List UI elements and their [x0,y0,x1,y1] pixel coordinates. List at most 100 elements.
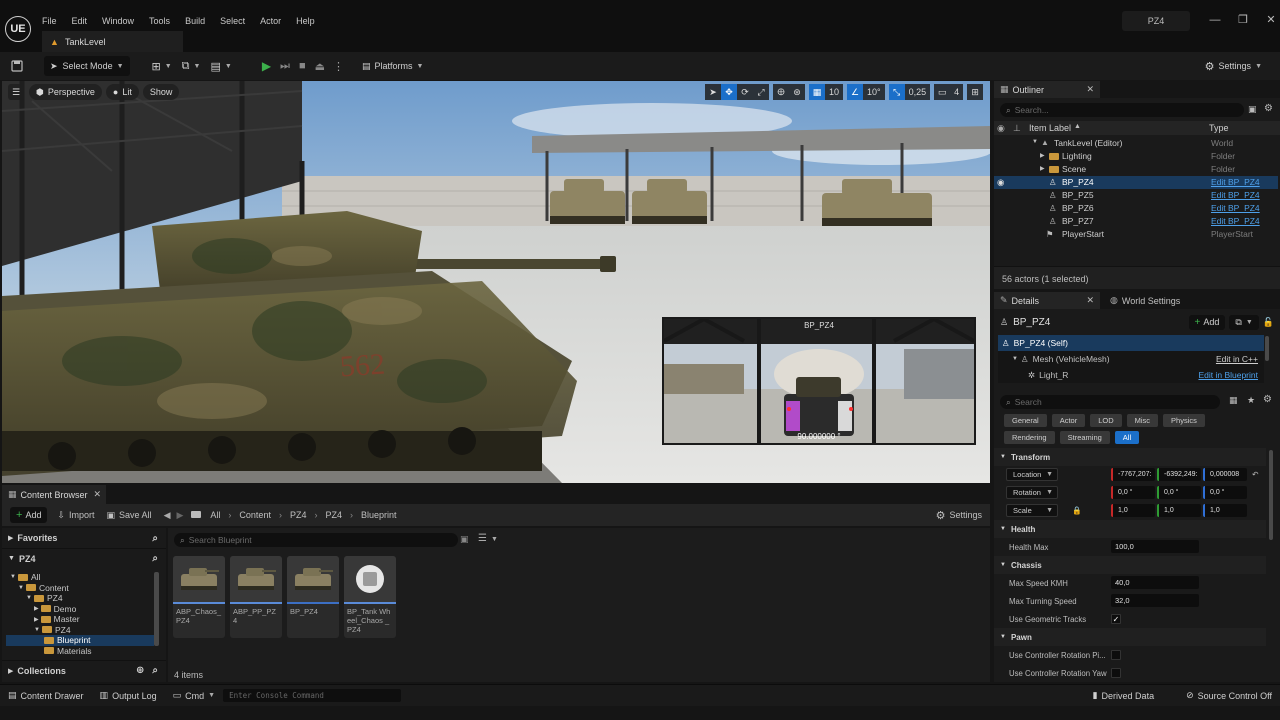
close-tab-icon[interactable]: ✕ [1086,84,1094,95]
add-actor-icon[interactable]: ⊞ ▼ [152,60,172,73]
settings-dropdown[interactable]: ⚙ Settings ▼ [1199,56,1268,76]
grid-snap-value[interactable]: 10 [825,84,844,100]
scale-y[interactable]: 1,0 [1157,504,1201,517]
max-turning-input[interactable]: 32,0 [1111,594,1199,607]
details-scrollbar[interactable] [1269,450,1273,540]
camera-speed-value[interactable]: 4 [950,84,964,100]
geometric-tracks-checkbox[interactable]: ✓ [1111,614,1121,624]
save-all-button[interactable]: ▣ Save All [107,510,152,521]
breadcrumb-pz4[interactable]: PZ4 [290,510,307,520]
blueprint-options-button[interactable]: ⧉ ▼ [1229,314,1259,330]
filter-all[interactable]: All [1114,431,1140,444]
filter-actor[interactable]: Actor [1051,414,1086,427]
search-icon[interactable]: ⌕ [152,553,158,564]
add-collection-icon[interactable]: ⊕ [136,665,144,676]
asset-search-input[interactable]: ⌕ Search Blueprint [174,533,458,547]
asset-tile[interactable]: BP_PZ4 [287,556,339,638]
lock-icon[interactable]: 🔓 [1263,317,1274,328]
tree-item-materials[interactable]: Materials [6,646,154,657]
platforms-dropdown[interactable]: ▤ Platforms ▼ [356,56,429,76]
components-scrollbar[interactable] [1265,336,1269,361]
import-button[interactable]: ⇩ Import [57,510,94,521]
table-view-icon[interactable]: ▦ [1229,395,1238,406]
outliner-row-world[interactable]: ▼ ▲ TankLevel (Editor) World [994,137,1278,150]
breadcrumb-all[interactable]: All [210,510,220,520]
more-options-icon[interactable]: ⋮ [333,60,344,73]
tree-item-all[interactable]: ▼ All [6,572,154,583]
outliner-row-lighting[interactable]: ▶ Lighting Folder [994,150,1278,163]
rotation-snap-value[interactable]: 10° [863,84,885,100]
filter-misc[interactable]: Misc [1126,414,1159,427]
content-browser-tab[interactable]: ▦ Content Browser ✕ [2,485,106,504]
scale-z[interactable]: 1,0 [1203,504,1247,517]
component-mesh[interactable]: ▼ ♙ Mesh (VehicleMesh) Edit in C++ [998,351,1264,367]
step-icon[interactable]: ⏭ [280,60,290,73]
health-max-input[interactable]: 100,0 [1111,540,1199,553]
menu-tools[interactable]: Tools [149,16,170,26]
source-control-button[interactable]: ⊘ Source Control Off [1178,685,1280,707]
outliner-row-playerstart[interactable]: ⚑ PlayerStart PlayerStart [994,228,1278,241]
level-viewport[interactable]: 562 ☰ ⬢ Perspective ● Lit Show ➤ ✥ ⟳ ⤢ 🜨… [2,81,990,483]
console-input[interactable]: Enter Console Command [223,689,402,702]
edit-in-cpp-link[interactable]: Edit in C++ [1216,354,1258,364]
location-y[interactable]: -6392,249: [1157,468,1201,481]
forward-icon[interactable]: ▶ [176,510,183,521]
translate-tool-icon[interactable]: ✥ [721,84,737,100]
outliner-row-bp-pz5[interactable]: ♙ BP_PZ5 Edit BP_PZ4 [994,189,1278,202]
lit-button[interactable]: ● Lit [105,84,139,100]
menu-select[interactable]: Select [220,16,245,26]
filter-lod[interactable]: LOD [1090,414,1122,427]
back-icon[interactable]: ◀ [164,510,171,521]
folder-icon[interactable] [191,510,204,520]
rotation-dropdown[interactable]: Rotation ▼ [1006,486,1058,499]
scale-snap-value[interactable]: 0,25 [904,84,931,100]
filter-rendering[interactable]: Rendering [1004,431,1055,444]
asset-tile[interactable]: ABP_Chaos_PZ4 [173,556,225,638]
output-log-button[interactable]: ▥ Output Log [92,685,165,707]
details-search-input[interactable]: ⌕ Search [1000,395,1220,409]
eject-icon[interactable]: ⏏ [315,60,325,73]
perspective-button[interactable]: ⬢ Perspective [29,84,102,100]
hamburger-menu-icon[interactable]: ☰ [8,84,24,100]
component-self[interactable]: ♙ BP_PZ4 (Self) [998,335,1264,351]
breadcrumb-blueprint[interactable]: Blueprint [361,510,397,520]
category-chassis[interactable]: ▼ Chassis [994,556,1266,574]
rotation-snap-icon[interactable]: ∠ [847,84,864,100]
menu-build[interactable]: Build [185,16,205,26]
asset-tile[interactable]: BP_Tank Wheel_Chaos _PZ4 [344,556,396,638]
controller-pitch-checkbox[interactable] [1111,650,1121,660]
cinematics-icon[interactable]: ▤ ▼ [210,60,231,73]
edit-in-blueprint-link[interactable]: Edit in Blueprint [1198,370,1258,380]
filter-general[interactable]: General [1004,414,1047,427]
filter-physics[interactable]: Physics [1163,414,1205,427]
menu-file[interactable]: File [42,16,57,26]
close-tab-icon[interactable]: ✕ [1086,295,1094,306]
world-space-icon[interactable]: 🜨 [773,84,789,100]
max-speed-input[interactable]: 40,0 [1111,576,1199,589]
rotation-z[interactable]: 0,0 ° [1203,486,1247,499]
scale-dropdown[interactable]: Scale ▼ [1006,504,1058,517]
grid-snap-icon[interactable]: ▦ [809,84,825,100]
stop-icon[interactable]: ■ [299,60,306,72]
level-tab[interactable]: ▲ TankLevel [42,31,183,52]
outliner-row-bp-pz4[interactable]: ◉ ♙ BP_PZ4 Edit BP_PZ4 [994,176,1278,189]
search-icon[interactable]: ⌕ [152,533,158,544]
search-icon[interactable]: ⌕ [152,665,158,676]
menu-help[interactable]: Help [296,16,315,26]
layout-icon[interactable]: ⊞ [967,84,984,100]
outliner-row-type-link[interactable]: Edit BP_PZ4 [1211,177,1260,187]
save-icon[interactable] [10,59,24,73]
visibility-icon[interactable]: ◉ [997,177,1004,188]
location-x[interactable]: -7767,207: [1111,468,1155,481]
maximize-icon[interactable]: ❐ [1232,13,1254,26]
gear-icon[interactable]: ⚙ [1264,103,1273,114]
camera-speed-icon[interactable]: ▭ [934,84,951,100]
add-component-button[interactable]: + Add [1188,314,1226,330]
category-transform[interactable]: ▼ Transform [994,448,1266,466]
breadcrumb-content[interactable]: Content [239,510,271,520]
minimize-icon[interactable]: — [1204,14,1226,26]
add-folder-icon[interactable]: ▣ [1248,104,1257,115]
outliner-row-scene[interactable]: ▶ Scene Folder [994,163,1278,176]
menu-edit[interactable]: Edit [72,16,88,26]
tree-item-master[interactable]: ▶ Master [6,614,154,625]
